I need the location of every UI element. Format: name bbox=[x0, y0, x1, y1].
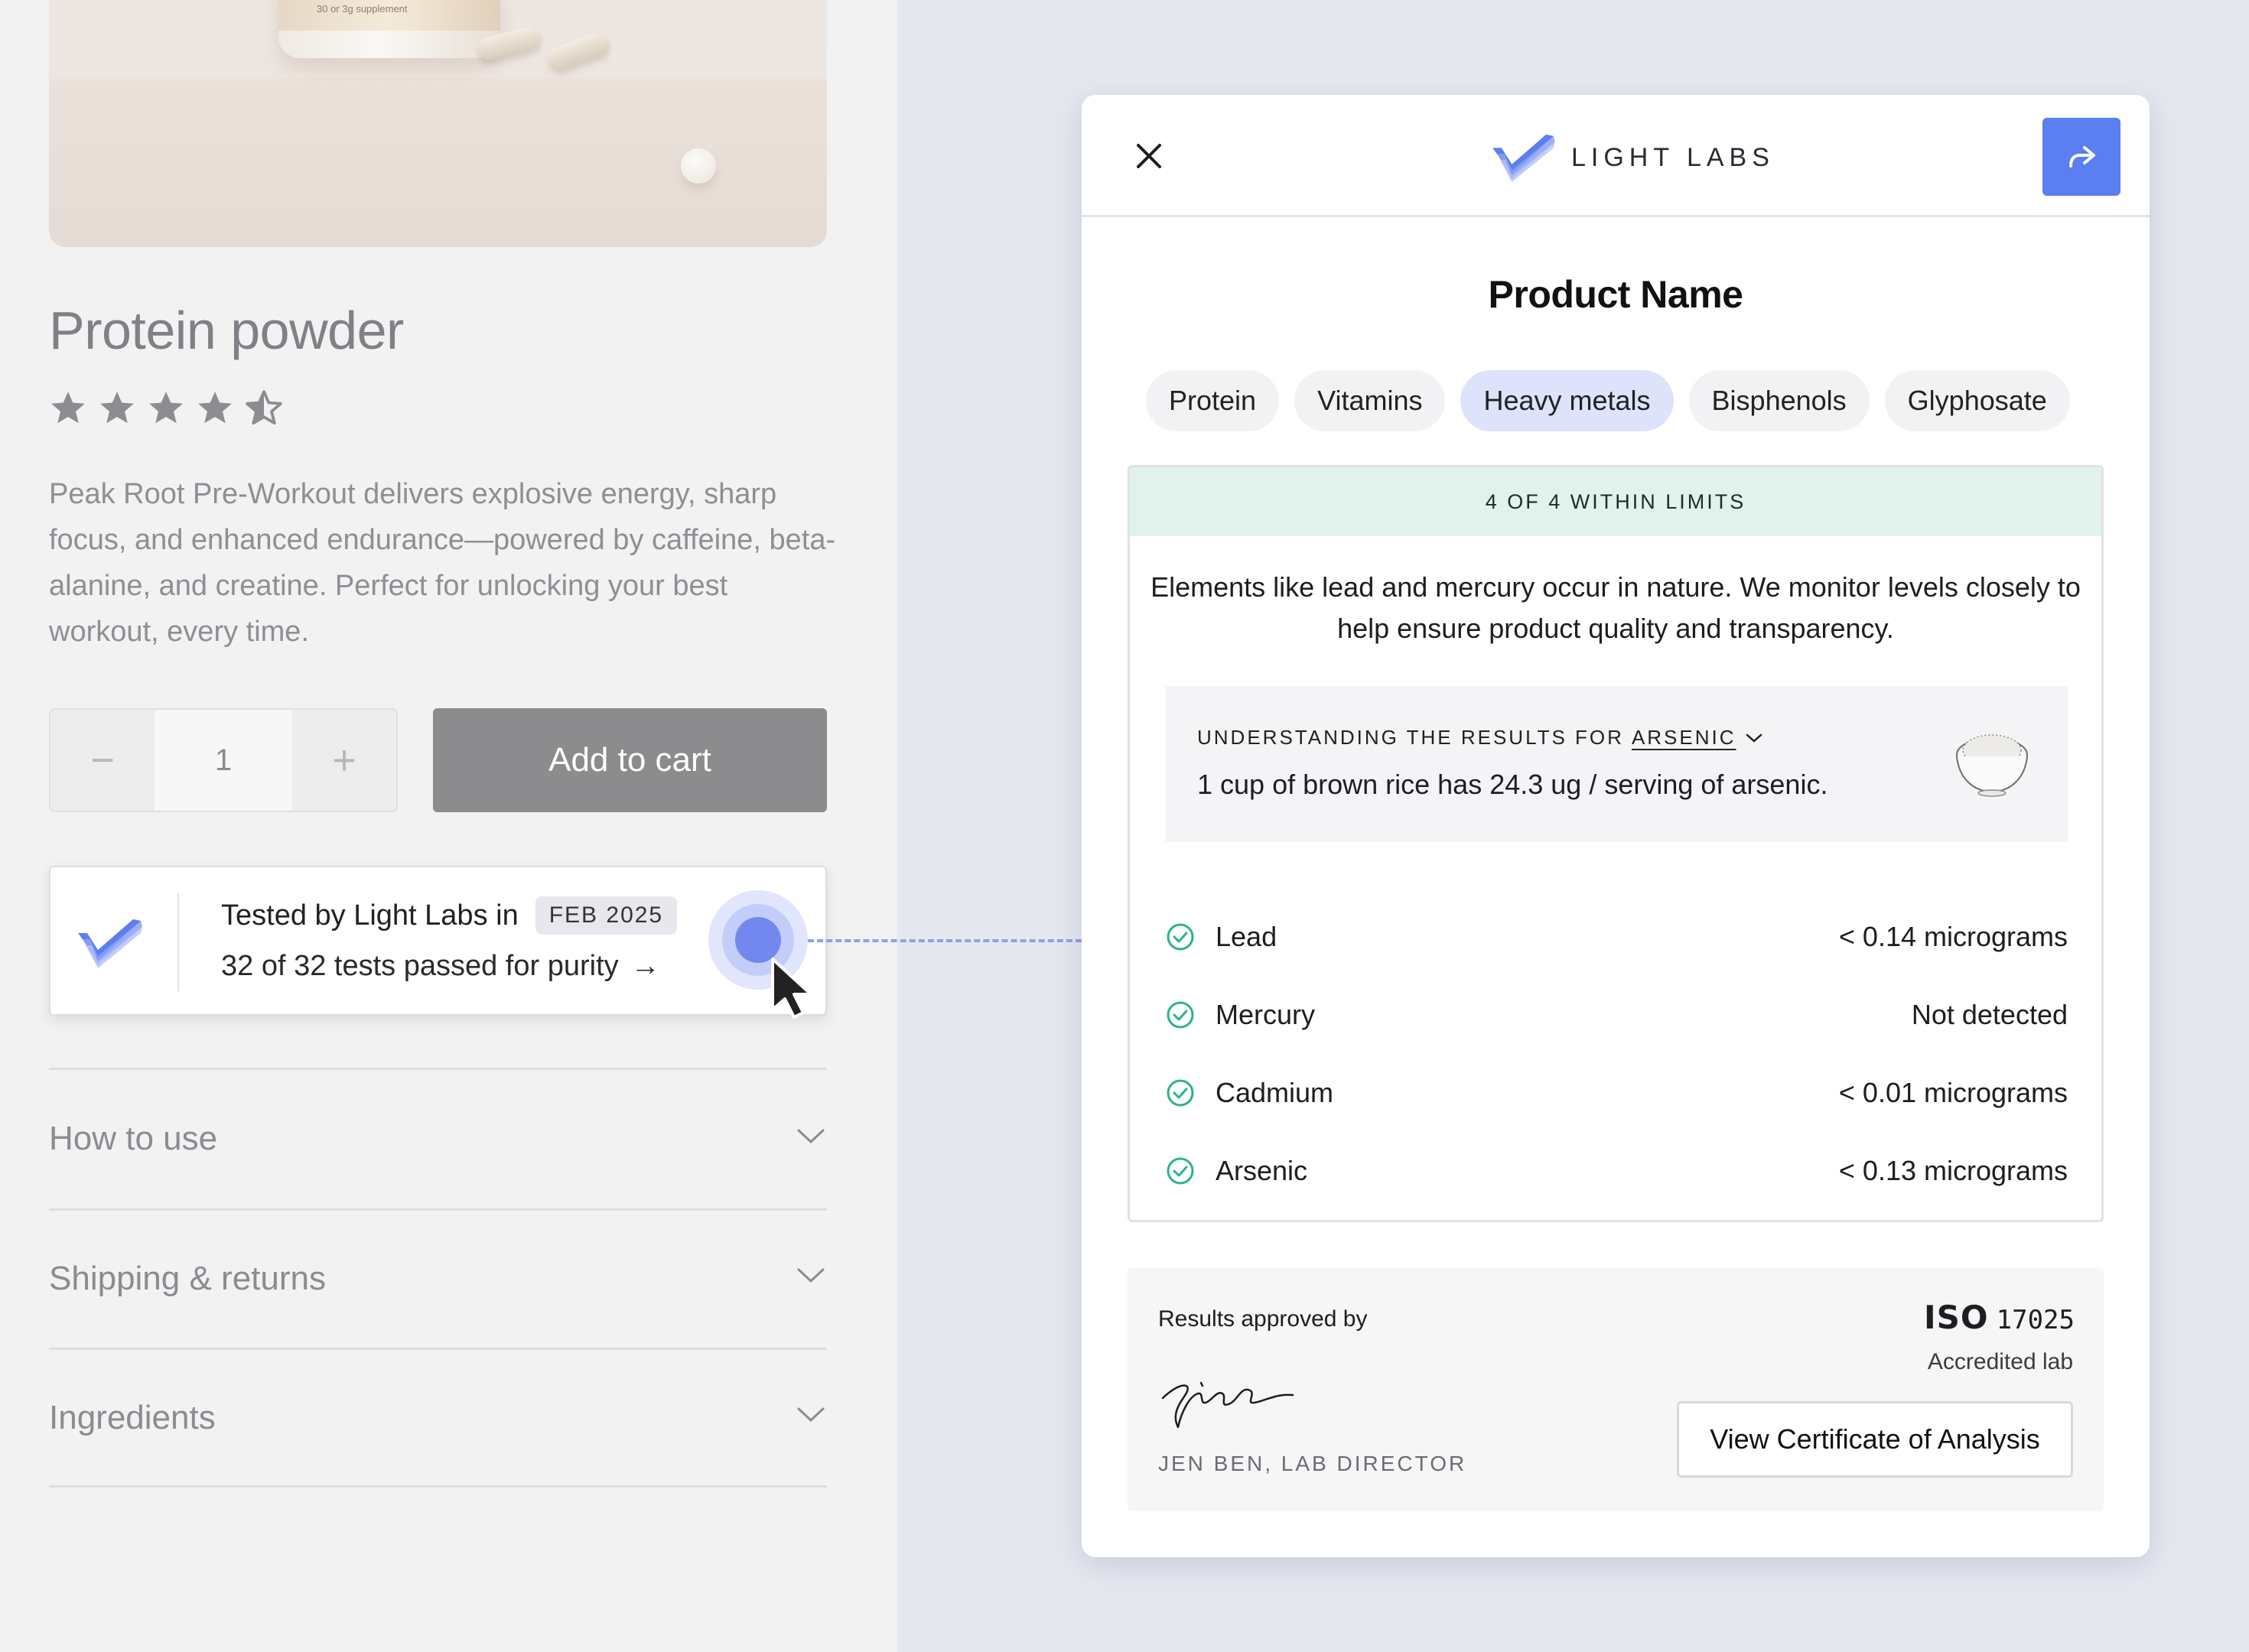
metal-name: Mercury bbox=[1216, 999, 1316, 1030]
light-labs-logo-icon bbox=[1492, 134, 1555, 183]
check-circle-icon bbox=[1167, 1157, 1194, 1185]
tab-bisphenols[interactable]: Bisphenols bbox=[1688, 370, 1870, 431]
add-to-cart-button[interactable]: Add to cart bbox=[433, 708, 827, 812]
accordion-divider bbox=[49, 1485, 827, 1488]
results-explanation-line: help ensure product quality and transpar… bbox=[1337, 613, 1894, 644]
metal-name: Lead bbox=[1216, 921, 1277, 952]
metal-value: Not detected bbox=[1911, 999, 2068, 1030]
director-signature bbox=[1161, 1381, 1294, 1429]
star-icon bbox=[149, 392, 183, 424]
product-hero-image: 30 or 3g supplement bbox=[49, 0, 827, 247]
badge-tests-text: 32 of 32 tests passed for purity bbox=[221, 950, 619, 982]
chevron-down-icon[interactable] bbox=[796, 1267, 826, 1285]
cursor-pointer-icon bbox=[771, 958, 812, 1019]
view-certificate-button[interactable]: View Certificate of Analysis bbox=[1677, 1401, 2073, 1478]
rating-stars bbox=[49, 389, 283, 427]
accordion-how-to-use[interactable]: How to use bbox=[49, 1120, 217, 1158]
badge-divider bbox=[177, 893, 179, 991]
tab-heavy-metals[interactable]: Heavy metals bbox=[1460, 370, 1674, 431]
check-circle-icon bbox=[1167, 923, 1194, 951]
badge-tests-line[interactable]: 32 of 32 tests passed for purity → bbox=[221, 950, 660, 983]
iso-mark: ISO bbox=[1924, 1299, 1989, 1336]
test-category-tabs: Protein Vitamins Heavy metals Bisphenols… bbox=[1146, 370, 2070, 431]
accordion-divider bbox=[49, 1348, 827, 1350]
results-explanation: Elements like lead and mercury occur in … bbox=[1130, 567, 2101, 649]
tab-vitamins[interactable]: Vitamins bbox=[1294, 370, 1446, 431]
accredited-label: Accredited lab bbox=[1927, 1349, 2073, 1374]
metal-row-arsenic: Arsenic < 0.13 micrograms bbox=[1165, 1148, 2068, 1194]
quantity-increment-button[interactable]: + bbox=[292, 710, 396, 811]
iso-certification: ISO 17025 bbox=[1924, 1299, 2075, 1336]
tablet bbox=[681, 148, 716, 184]
product-title: Protein powder bbox=[49, 301, 404, 360]
star-icon bbox=[51, 392, 85, 424]
share-button[interactable] bbox=[2042, 118, 2120, 196]
metal-value: < 0.01 micrograms bbox=[1838, 1077, 2068, 1108]
capsule bbox=[544, 29, 611, 73]
star-icon bbox=[100, 392, 134, 424]
approved-by-label: Results approved by bbox=[1158, 1306, 1368, 1332]
metal-row-mercury: Mercury Not detected bbox=[1165, 992, 2068, 1038]
approval-section: Results approved by JEN BEN, LAB DIRECTO… bbox=[1128, 1268, 2104, 1511]
accordion-divider bbox=[49, 1208, 827, 1211]
metal-value: < 0.13 micrograms bbox=[1838, 1155, 2068, 1186]
understanding-heading[interactable]: UNDERSTANDING THE RESULTS FOR ARSENIC bbox=[1197, 726, 1764, 750]
iso-number: 17025 bbox=[1996, 1305, 2075, 1335]
rice-bowl-icon bbox=[1956, 734, 2028, 797]
check-circle-icon bbox=[1167, 1001, 1194, 1029]
results-explanation-line: Elements like lead and mercury occur in … bbox=[1151, 571, 2081, 603]
badge-date-pill: FEB 2025 bbox=[535, 896, 678, 935]
modal-header: LIGHT LABS bbox=[1082, 95, 2150, 217]
tab-protein[interactable]: Protein bbox=[1146, 370, 1280, 431]
tab-glyphosate[interactable]: Glyphosate bbox=[1884, 370, 2070, 431]
star-icon bbox=[198, 392, 232, 424]
star-half-icon bbox=[246, 390, 282, 425]
brand-lockup: LIGHT LABS bbox=[1489, 132, 1775, 184]
quantity-stepper: − 1 + bbox=[49, 708, 398, 812]
understanding-results-card: UNDERSTANDING THE RESULTS FOR ARSENIC 1 … bbox=[1165, 686, 2068, 842]
share-icon bbox=[2069, 146, 2095, 167]
metal-value: < 0.14 micrograms bbox=[1838, 921, 2068, 952]
badge-tested-text: Tested by Light Labs in bbox=[221, 899, 519, 932]
director-name: JEN BEN, LAB DIRECTOR bbox=[1158, 1452, 1467, 1475]
accordion-shipping-returns[interactable]: Shipping & returns bbox=[49, 1260, 326, 1298]
chevron-down-icon[interactable] bbox=[1744, 731, 1764, 745]
heavy-metals-results: 4 OF 4 WITHIN LIMITS Elements like lead … bbox=[1128, 465, 2104, 1222]
within-limits-banner: 4 OF 4 WITHIN LIMITS bbox=[1130, 467, 2101, 536]
connector-dashed-line bbox=[808, 939, 1082, 942]
light-labs-logo-icon bbox=[78, 919, 142, 968]
brand-name: LIGHT LABS bbox=[1571, 142, 1775, 172]
quantity-decrement-button[interactable]: − bbox=[50, 710, 155, 811]
badge-tested-line: Tested by Light Labs in FEB 2025 bbox=[221, 896, 678, 935]
product-page: 30 or 3g supplement Protein powder Peak … bbox=[0, 0, 897, 1652]
chevron-down-icon[interactable] bbox=[796, 1406, 826, 1424]
understanding-heading-text: UNDERSTANDING THE RESULTS FOR bbox=[1197, 726, 1624, 749]
metal-name: Cadmium bbox=[1216, 1077, 1334, 1108]
metal-name: Arsenic bbox=[1216, 1155, 1308, 1186]
arrow-right-icon: → bbox=[630, 950, 660, 982]
metal-row-cadmium: Cadmium < 0.01 micrograms bbox=[1165, 1070, 2068, 1116]
element-selector[interactable]: ARSENIC bbox=[1632, 726, 1736, 750]
chevron-down-icon[interactable] bbox=[796, 1127, 826, 1146]
modal-product-name: Product Name bbox=[1488, 273, 1743, 316]
results-modal: LIGHT LABS Product Name Protein Vitamins… bbox=[1082, 95, 2150, 1557]
product-description: Peak Root Pre-Workout delivers explosive… bbox=[49, 478, 836, 648]
accordion-divider bbox=[49, 1068, 827, 1070]
understanding-body: 1 cup of brown rice has 24.3 ug / servin… bbox=[1197, 769, 1828, 800]
metal-row-lead: Lead < 0.14 micrograms bbox=[1165, 914, 2068, 960]
check-circle-icon bbox=[1167, 1079, 1194, 1107]
quantity-value[interactable]: 1 bbox=[155, 710, 292, 811]
close-icon[interactable] bbox=[1131, 138, 1167, 174]
jar-label-text: 30 or 3g supplement bbox=[317, 3, 408, 15]
accordion-ingredients[interactable]: Ingredients bbox=[49, 1399, 216, 1437]
